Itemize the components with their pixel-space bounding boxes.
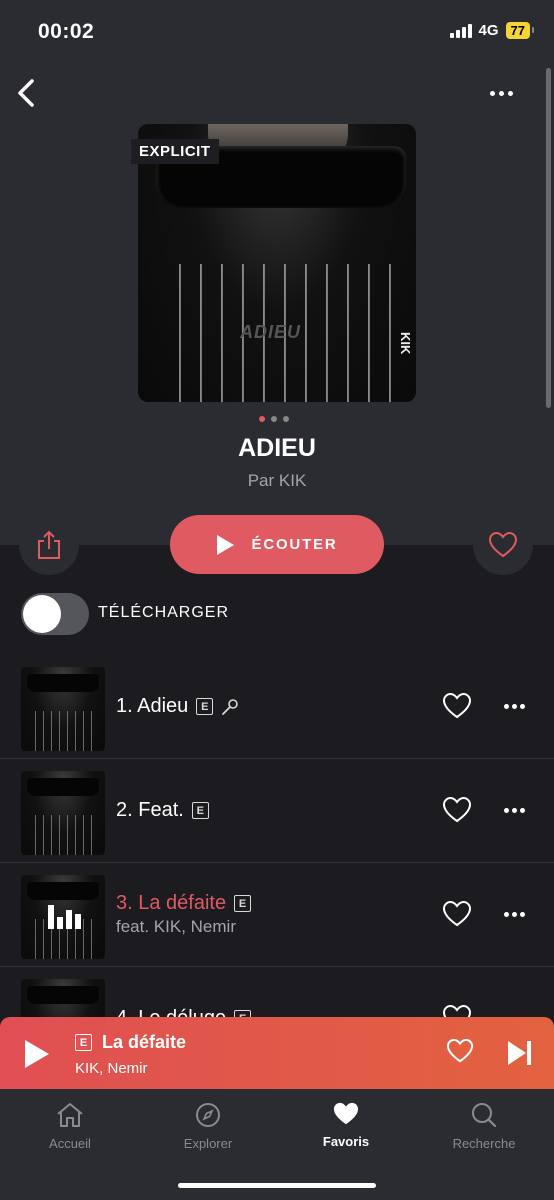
battery-level: 77: [510, 23, 525, 38]
track-more-button[interactable]: [504, 704, 525, 709]
more-options-button[interactable]: [486, 82, 516, 104]
track-title: 1. Adieu: [116, 695, 189, 717]
track-title: 2. Feat.: [116, 799, 184, 821]
explicit-tag: EXPLICIT: [131, 139, 219, 164]
download-toggle[interactable]: [21, 593, 89, 635]
tab-label: Favoris: [322, 1134, 370, 1149]
album-artist[interactable]: Par KIK: [0, 471, 554, 491]
home-icon: [57, 1103, 83, 1127]
back-button[interactable]: [12, 76, 42, 110]
compass-icon: [196, 1103, 220, 1127]
cover-artist-art: KIK: [398, 332, 413, 355]
track-thumbnail: [21, 667, 105, 751]
download-label: TÉLÉCHARGER: [98, 604, 230, 621]
now-playing-artists: KIK, Nemir: [75, 1060, 148, 1077]
explicit-badge: E: [196, 698, 214, 715]
heart-outline-icon[interactable]: [446, 1038, 474, 1064]
explicit-badge: E: [191, 802, 209, 819]
album-title: ADIEU: [238, 434, 316, 462]
tab-recherche[interactable]: Recherche: [434, 1101, 534, 1151]
track-subtitle: feat. KIK, Nemir: [116, 917, 236, 936]
album-cover[interactable]: ADIEU KIK: [138, 124, 416, 402]
track-more-button[interactable]: [504, 808, 525, 813]
track-thumbnail: [21, 875, 105, 959]
cover-title-art: ADIEU: [240, 322, 302, 342]
heart-outline-icon[interactable]: [442, 796, 472, 824]
search-icon: [472, 1103, 497, 1128]
explicit-badge: E: [75, 1034, 92, 1051]
status-time: 00:02: [38, 20, 95, 43]
scrollbar[interactable]: [546, 68, 551, 408]
heart-outline-icon[interactable]: [442, 692, 472, 720]
tab-favoris[interactable]: Favoris: [296, 1101, 396, 1149]
listen-label: ÉCOUTER: [251, 536, 338, 553]
battery-icon: 77: [505, 22, 535, 39]
now-playing-title: La défaite: [102, 1032, 187, 1052]
heart-outline-icon[interactable]: [442, 900, 472, 928]
track-more-button[interactable]: [504, 912, 525, 917]
share-button[interactable]: [19, 515, 79, 575]
microphone-icon: [222, 698, 239, 715]
favorite-album-button[interactable]: [473, 515, 533, 575]
share-icon: [38, 530, 60, 559]
track-row[interactable]: 2. Feat. E: [0, 759, 554, 863]
track-title: 3. La défaite: [116, 892, 227, 914]
heart-outline-icon: [488, 531, 518, 558]
tab-label: Recherche: [452, 1136, 516, 1151]
tab-explorer[interactable]: Explorer: [158, 1101, 258, 1151]
home-indicator[interactable]: [178, 1183, 376, 1188]
status-indicators: 4G 77: [449, 22, 535, 39]
signal-icon: [449, 23, 472, 38]
mini-player[interactable]: E La défaite KIK, Nemir: [0, 1017, 554, 1089]
listen-button[interactable]: ÉCOUTER: [170, 515, 384, 574]
heart-icon: [333, 1102, 359, 1125]
track-thumbnail: [21, 771, 105, 855]
tab-label: Explorer: [183, 1136, 233, 1151]
tab-label: Accueil: [49, 1136, 91, 1151]
track-row-playing[interactable]: 3. La défaite E feat. KIK, Nemir: [0, 863, 554, 967]
cover-page-indicator[interactable]: [259, 416, 289, 422]
explicit-badge: E: [234, 895, 252, 912]
network-type: 4G: [478, 22, 499, 39]
chevron-left-icon: [18, 79, 34, 107]
play-icon: [216, 534, 234, 555]
track-row[interactable]: 1. Adieu E: [0, 655, 554, 759]
skip-next-icon[interactable]: [507, 1040, 533, 1066]
play-button[interactable]: [25, 1040, 49, 1068]
tab-accueil[interactable]: Accueil: [20, 1101, 120, 1151]
equalizer-icon: [48, 903, 81, 929]
